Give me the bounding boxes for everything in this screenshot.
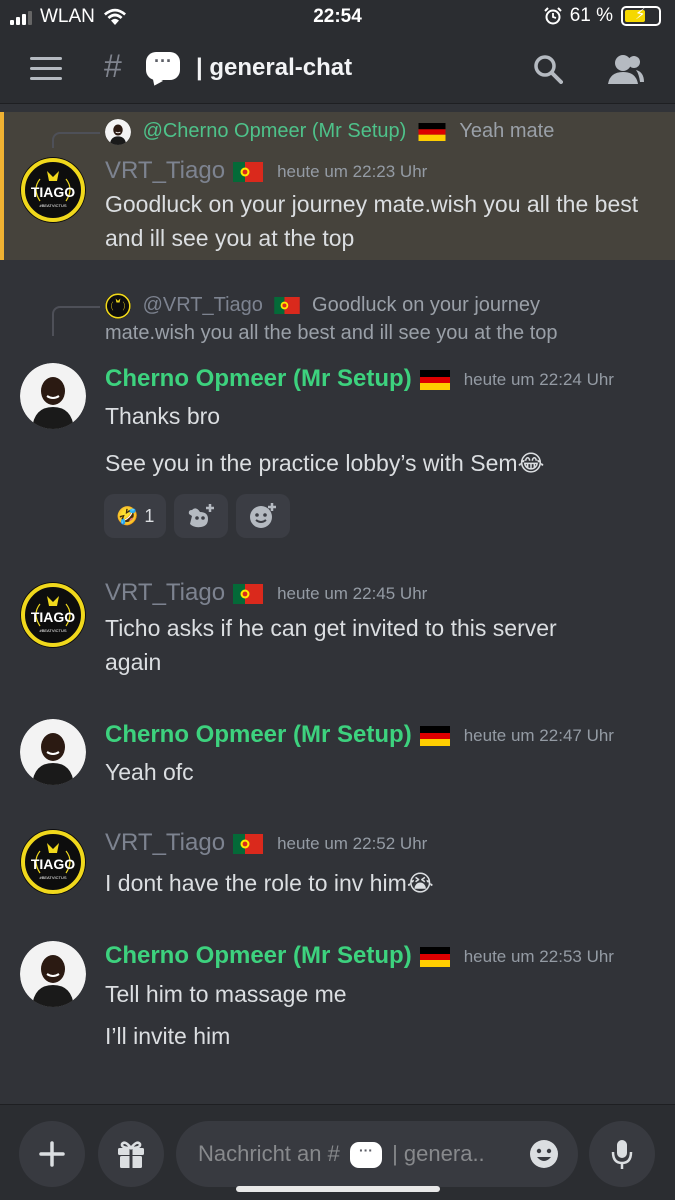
- flag-pt-icon: [233, 162, 263, 182]
- hamburger-menu-icon[interactable]: [30, 57, 62, 81]
- timestamp: heute um 22:52 Uhr: [277, 833, 428, 853]
- message-text: Ticho asks if he can get invited to this…: [105, 615, 557, 641]
- flag-pt-icon: [233, 834, 263, 854]
- avatar[interactable]: [20, 363, 86, 429]
- message-text: Yeah ofc: [105, 759, 194, 785]
- author-label: VRT_Tiago: [105, 579, 226, 606]
- message-text: I’ll invite him: [105, 1023, 231, 1049]
- placeholder-prefix: Nachricht an #: [198, 1141, 340, 1166]
- reply-spine: [52, 306, 100, 336]
- author-name[interactable]: Cherno Opmeer (Mr Setup) heute um 22:24 U…: [105, 364, 614, 395]
- reply-mention: @VRT_Tiago: [142, 294, 263, 316]
- battery-percent: 61 %: [569, 5, 613, 26]
- author-name[interactable]: Cherno Opmeer (Mr Setup) heute um 22:53 U…: [105, 941, 614, 972]
- charging-icon: ⚡: [635, 6, 646, 23]
- message-text: Goodluck on your journey mate.wish you a…: [105, 191, 639, 251]
- reply-mention: @Cherno Opmeer (Mr Setup): [142, 120, 407, 142]
- add-reaction-button[interactable]: [236, 494, 291, 538]
- status-right: 61 % ⚡: [543, 5, 661, 27]
- message-text: I dont have the role to inv him😭: [105, 870, 434, 896]
- avatar-subtext: #BEATVICTUS: [39, 203, 66, 208]
- emoji-icon[interactable]: [528, 1138, 560, 1170]
- flag-de-icon: [420, 947, 450, 967]
- voice-button[interactable]: [589, 1121, 655, 1187]
- reply-excerpt: Yeah mate: [459, 120, 555, 142]
- reaction-chip[interactable]: 🤣 1: [104, 494, 167, 538]
- reply-avatar: [105, 293, 131, 319]
- input-placeholder: Nachricht an # ··· | genera..: [198, 1141, 485, 1169]
- flag-de-icon: [420, 370, 450, 390]
- author-name[interactable]: VRT_Tiago heute um 22:45 Uhr: [105, 578, 427, 609]
- author-label: VRT_Tiago: [105, 829, 226, 856]
- message-input[interactable]: Nachricht an # ··· | genera..: [176, 1121, 578, 1187]
- speech-bubble-icon: ···: [146, 52, 180, 80]
- home-indicator[interactable]: [236, 1186, 440, 1192]
- reply-spine: [52, 132, 100, 148]
- message-text: Thanks bro: [105, 403, 221, 429]
- flag-de-icon: [418, 123, 446, 141]
- channel-hash-icon: #: [104, 48, 122, 84]
- channel-header: # ··· | general-chat: [0, 34, 675, 104]
- avatar-text: TIAGO: [31, 184, 75, 200]
- gift-icon: [118, 1141, 144, 1168]
- reaction-count: 1: [144, 505, 155, 526]
- avatar[interactable]: [20, 941, 86, 1007]
- battery-icon: ⚡: [621, 6, 661, 26]
- reply-preview[interactable]: @VRT_Tiago Goodluck on your journey mate…: [105, 291, 645, 347]
- author-label: Cherno Opmeer (Mr Setup): [105, 942, 412, 969]
- flag-pt-icon: [274, 297, 300, 314]
- add-super-reaction-icon: [189, 504, 215, 528]
- timestamp: heute um 22:45 Uhr: [277, 583, 428, 603]
- reaction-emoji: 🤣: [116, 505, 139, 526]
- reply-excerpt: Goodluck on your journey: [312, 294, 540, 316]
- attach-button[interactable]: [19, 1121, 85, 1187]
- avatar[interactable]: TIAGO #BEATVICTUS: [20, 829, 86, 895]
- reply-preview[interactable]: @Cherno Opmeer (Mr Setup) Yeah mate: [105, 117, 554, 145]
- reply-avatar: [105, 119, 131, 145]
- message-text: See you in the practice lobby’s with Sem…: [105, 450, 545, 476]
- message-text: again: [105, 649, 162, 675]
- author-label: Cherno Opmeer (Mr Setup): [105, 365, 412, 392]
- avatar[interactable]: [20, 719, 86, 785]
- reply-excerpt: mate.wish you all the best and ill see y…: [105, 322, 558, 344]
- timestamp: heute um 22:24 Uhr: [463, 369, 614, 389]
- placeholder-suffix: | genera..: [392, 1141, 485, 1166]
- reaction-bar: 🤣 1: [104, 494, 291, 538]
- microphone-icon: [611, 1140, 633, 1169]
- members-icon[interactable]: [606, 52, 646, 86]
- timestamp: heute um 22:47 Uhr: [463, 725, 614, 745]
- channel-title[interactable]: | general-chat: [196, 54, 352, 82]
- flag-de-icon: [420, 726, 450, 746]
- add-super-reaction-button[interactable]: [174, 494, 229, 538]
- author-name[interactable]: VRT_Tiago heute um 22:52 Uhr: [105, 828, 427, 859]
- gift-button[interactable]: [98, 1121, 164, 1187]
- avatar[interactable]: TIAGO #BEATVICTUS: [20, 157, 86, 223]
- add-reaction-icon: [250, 503, 277, 528]
- author-name[interactable]: VRT_Tiago heute um 22:23 Uhr: [105, 156, 427, 187]
- avatar[interactable]: TIAGO #BEATVICTUS: [20, 582, 86, 648]
- flag-pt-icon: [233, 584, 263, 604]
- alarm-icon: [543, 7, 562, 25]
- author-name[interactable]: Cherno Opmeer (Mr Setup) heute um 22:47 U…: [105, 720, 614, 751]
- timestamp: heute um 22:23 Uhr: [277, 161, 428, 181]
- status-bar: WLAN 22:54 61 % ⚡: [0, 0, 675, 34]
- author-label: Cherno Opmeer (Mr Setup): [105, 721, 412, 748]
- speech-bubble-icon: ···: [349, 1142, 382, 1169]
- timestamp: heute um 22:53 Uhr: [463, 946, 614, 966]
- avatar-text: TIAGO: [31, 609, 75, 625]
- author-label: VRT_Tiago: [105, 157, 226, 184]
- avatar-subtext: #BEATVICTUS: [39, 628, 66, 633]
- avatar-subtext: #BEATVICTUS: [39, 875, 66, 880]
- plus-icon: [39, 1141, 65, 1167]
- avatar-text: TIAGO: [31, 856, 75, 872]
- search-icon[interactable]: [533, 54, 563, 84]
- message-text: Tell him to massage me: [105, 981, 347, 1007]
